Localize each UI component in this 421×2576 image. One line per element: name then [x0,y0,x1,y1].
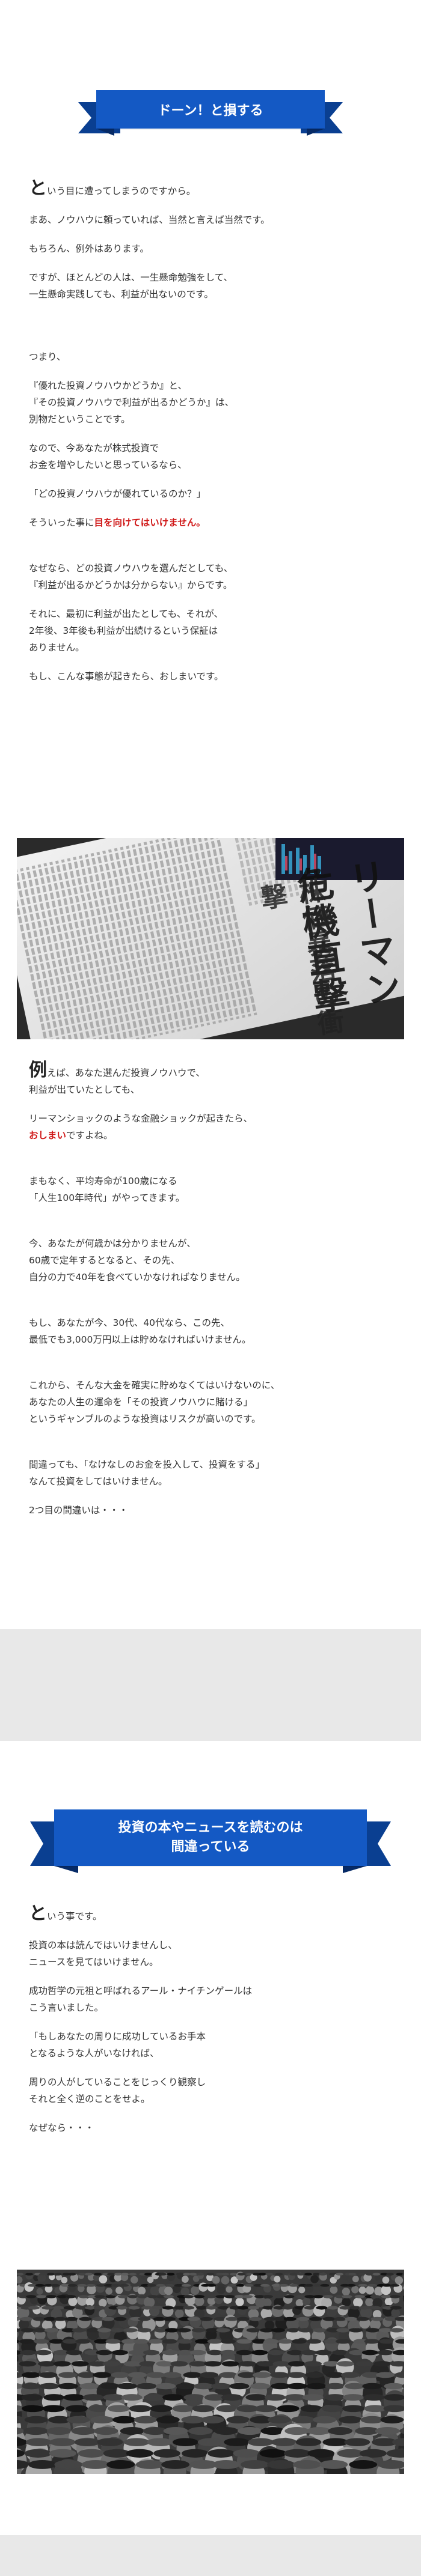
paragraph: それに、最初に利益が出たとしても、それが、 2年後、3年後も利益が出続けるという… [29,609,224,653]
section-divider-band [0,1629,421,1741]
section-banner-2: 投資の本やニュースを読むのは 間違っている [30,1809,367,1873]
crowd-image [17,2270,404,2474]
paragraph: 成功哲学の元祖と呼ばれるアール・ナイチンゲールは こう言いました。 [29,1985,253,2013]
paragraph: ですが、ほとんどの人は、一生懸命勉強をして、 一生懸命実践しても、利益が出ないの… [29,272,233,300]
paragraph: まあ、ノウハウに頼っていれば、当然と言えば当然です。 [29,214,270,225]
page: ドーン！と損する という目に遭ってしまうのですから。 まあ、ノウハウに頼っていれ… [0,0,421,2576]
paragraph: もし、あなたが今、30代、40代なら、この先、 最低でも3,000万円以上は貯め… [29,1317,251,1345]
drop-cap: と [29,178,47,199]
paragraph: 今、あなたが何歳かは分かりませんが、 60歳で定年するとなると、その先、 自分の… [29,1238,245,1283]
intro-line: という事です。 [29,1903,390,1925]
paragraph: もちろん、例外はあります。 [29,243,149,254]
warning-prefix: そういった事に [29,517,94,528]
paragraph: なぜなら、どの投資ノウハウを選んだとしても、 『利益が出るかどうかは分からない』… [29,563,233,591]
banner-line-2: 間違っている [171,1839,250,1855]
example-text: えば、あなた選んだ投資ノウハウで、 利益が出ていたとしても、 [29,1068,205,1095]
banner-line-1: 投資の本やニュースを読むのは [118,1820,303,1835]
paragraph: これから、そんな大金を確実に貯めなくてはいけないのに、 あなたの人生の運命を「そ… [29,1380,280,1424]
drop-cap: と [29,1903,47,1924]
drop-cap: 例 [29,1060,47,1081]
section-banner-1: ドーン！と損する [78,90,325,136]
paragraph: なので、今あなたが株式投資で お金を増やしたいと思っているなら、 [29,443,187,470]
ribbon-fold-left [54,1866,78,1873]
section-3-text: という事です。 投資の本は読んではいけませんし、 ニュースを見てはいけません。 … [29,1903,390,2136]
lehman-red-text: おしまい [29,1130,67,1141]
paragraph: まもなく、平均寿命が100歳になる 「人生100年時代」がやってきます。 [29,1176,185,1203]
paragraph: 「もしあなたの周りに成功しているお手本 となるような人がいなければ、 [29,2031,206,2059]
lehman-text: リーマンショックのような金融ショックが起きたら、 [29,1113,253,1124]
warning-red-text: 目を向けてはいけません。 [94,517,206,528]
intro-line: という目に遭ってしまうのですから。 [29,180,390,199]
lehman-line: リーマンショックのような金融ショックが起きたら、 おしまいですよね。 [29,1110,390,1144]
paragraph: もし、こんな事態が起きたら、おしまいです。 [29,671,224,682]
banner-title: ドーン！と損する [96,90,325,129]
lehman-tail: ですよね。 [66,1130,113,1141]
section-2-text: 例えば、あなた選んだ投資ノウハウで、 利益が出ていたとしても、 リーマンショック… [29,1062,390,1519]
banner-title: 投資の本やニュースを読むのは 間違っている [54,1809,367,1866]
paragraph: 間違っても、「なけなしのお金を投入して、投資をする」 なんて投資をしてはいけませ… [29,1459,265,1487]
paragraph: 投資の本は読んではいけませんし、 ニュースを見てはいけません。 [29,1940,177,1967]
section-1-text: という目に遭ってしまうのですから。 まあ、ノウハウに頼っていれば、当然と言えば当… [29,180,390,685]
crowd-photo [17,2270,404,2474]
warning-line: そういった事に目を向けてはいけません。 [29,514,390,531]
bottom-band [0,2535,421,2576]
ribbon-fold-right [343,1866,367,1873]
paragraph: つまり、 [29,351,66,362]
newspaper-photo: リーマン危機直撃 株価暴落の衝撃 [17,838,404,1039]
paragraph: 『優れた投資ノウハウかどうか』と、 『その投資ノウハウで利益が出るかどうか』は、… [29,380,235,425]
paragraph: 周りの人がしていることをじっくり観察し それと全く逆のことをせよ。 [29,2077,206,2104]
example-line: 例えば、あなた選んだ投資ノウハウで、 利益が出ていたとしても、 [29,1062,390,1098]
paragraph: なぜなら・・・ [29,2122,94,2133]
intro-text: いう目に遭ってしまうのですから。 [47,186,196,196]
paragraph: 2つ目の間違いは・・・ [29,1505,128,1516]
paragraph: 「どの投資ノウハウが優れているのか？」 [29,488,206,499]
intro-text: いう事です。 [47,1911,102,1922]
